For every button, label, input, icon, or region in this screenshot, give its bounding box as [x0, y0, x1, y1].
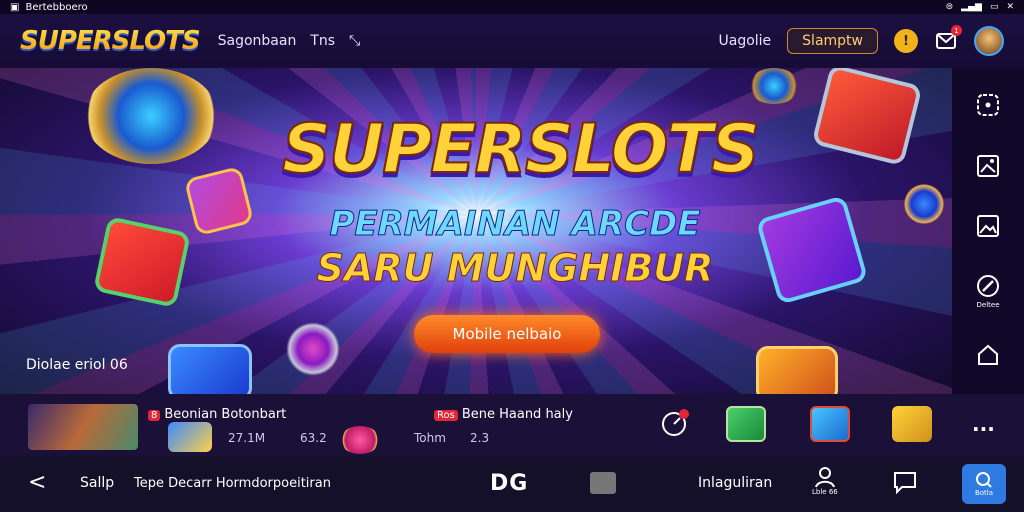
game-tag: Ros [434, 410, 458, 421]
home-icon [978, 344, 998, 365]
hero-title: SUPERSLOTS [281, 109, 761, 190]
qr-icon[interactable] [590, 472, 616, 494]
game-players-stat: 27.1M [228, 431, 266, 445]
rail-item-home[interactable] [975, 342, 1001, 370]
rail-item-edit[interactable]: Deltee [975, 273, 1001, 309]
primary-action-button[interactable]: Botla [962, 464, 1006, 504]
game-title: Beonian Botonbart [164, 407, 287, 422]
coin-decoration [748, 68, 800, 104]
signup-button[interactable]: Slamptw [787, 28, 878, 54]
app-indicator-icon: ▣ [10, 1, 20, 13]
game-title-2[interactable]: Ros Bene Haand haly [434, 407, 573, 422]
back-button[interactable]: < [28, 470, 46, 495]
expand-icon[interactable]: ⤡ [349, 33, 360, 49]
gem-icon[interactable] [340, 426, 380, 454]
bottom-bar: < Sallp Tepe Decarr Hormdorpoeitiran DG … [0, 456, 1024, 512]
search-icon [976, 472, 992, 488]
skip-button[interactable]: Sallp [80, 475, 114, 491]
coin-decoration [286, 322, 340, 376]
gem-box-decoration [168, 344, 252, 394]
profile-button[interactable]: Lble 66 [812, 466, 838, 496]
login-link[interactable]: Uagolie [719, 33, 772, 49]
mail-button[interactable]: 1 [934, 25, 962, 53]
nav-item[interactable]: Sagonbaan [218, 33, 297, 49]
hero-subtitle-line2: SARU MUNGHIBUR [316, 246, 714, 291]
gold-chest-icon[interactable] [892, 406, 932, 442]
profile-label: Lble 66 [812, 488, 838, 496]
gallery-icon [977, 214, 999, 237]
avatar[interactable] [974, 26, 1004, 56]
user-icon [814, 467, 835, 488]
rail-label: Deltee [976, 301, 1000, 310]
close-icon[interactable]: ✕ [1006, 2, 1014, 12]
messages-link[interactable]: Inlaguliran [698, 475, 772, 491]
top-actions: Uagolie Slamptw ! 1 [719, 25, 1004, 56]
rail-item-dice[interactable] [975, 92, 1001, 120]
clock-icon [662, 409, 689, 436]
game-plays-stat: 63.2 [300, 431, 327, 445]
chest-decoration [756, 346, 838, 394]
timer-icon[interactable] [660, 408, 690, 438]
game-plays-stat: 2.3 [470, 431, 490, 445]
dice-icon [977, 94, 999, 117]
games-strip: 8 Beonian Botonbart 27.1M 63.2 Ros Bene Ha… [0, 394, 1024, 456]
image-icon [977, 154, 999, 177]
chat-button[interactable] [892, 470, 918, 494]
coin-decoration [904, 184, 944, 224]
game-players-stat: Tohm [414, 431, 446, 445]
center-logo[interactable]: DG [490, 471, 528, 496]
top-nav: Sagonbaan Tns ⤡ [218, 33, 361, 49]
hero-banner[interactable]: SUPERSLOTS PERMAINAN ARCDE SARU MUNGHIBU… [0, 68, 952, 394]
address-text: Tepe Decarr Hormdorpoeitiran [134, 476, 331, 491]
game-thumbnail[interactable] [28, 404, 138, 450]
edit-icon [977, 275, 999, 298]
mail-badge: 1 [951, 25, 962, 36]
sync-icon: ⊜ [945, 2, 954, 12]
hero-subtitle-line1: PERMAINAN ARCDE [329, 204, 701, 245]
top-bar: SUPERSLOTS Sagonbaan Tns ⤡ Uagolie Slamp… [0, 14, 1024, 68]
game-character-icon[interactable] [168, 422, 212, 452]
nav-item[interactable]: Tns [310, 33, 335, 49]
hero-cta-button[interactable]: Mobile nelbaio [414, 315, 600, 353]
coin-decoration [84, 68, 218, 164]
chat-icon [894, 472, 916, 494]
hero-caption: Diolae eriol 06 [26, 357, 128, 373]
more-icon[interactable]: ... [972, 412, 995, 436]
status-bar: ▣ Bertebboero ⊜ ▂▄▆ ▭ ✕ [0, 0, 1024, 14]
game-tag: 8 [148, 410, 161, 421]
game-title: Bene Haand haly [461, 407, 573, 422]
coin-icon[interactable]: ! [894, 29, 918, 53]
blue-chest-icon[interactable] [810, 406, 850, 442]
game-title-1[interactable]: 8 Beonian Botonbart [148, 407, 286, 422]
status-app-label: Bertebboero [25, 1, 88, 13]
battery-icon: ▭ [989, 2, 999, 12]
side-rail: Deltee [952, 68, 1024, 394]
rail-item-image[interactable] [975, 153, 1001, 181]
rail-item-gallery[interactable] [975, 213, 1001, 241]
primary-action-label: Botla [974, 489, 994, 497]
brand-logo[interactable]: SUPERSLOTS [20, 26, 201, 56]
signal-icon: ▂▄▆ [961, 2, 982, 12]
green-chest-icon[interactable] [726, 406, 766, 442]
